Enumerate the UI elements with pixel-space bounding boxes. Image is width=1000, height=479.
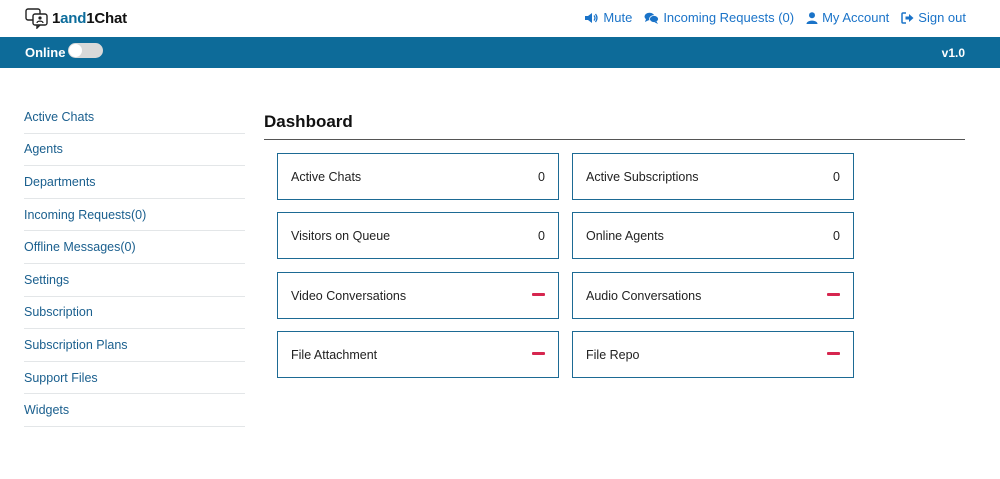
sign-out-label: Sign out: [918, 10, 966, 25]
stat-card-online-agents: Online Agents 0: [572, 212, 854, 259]
online-toggle[interactable]: [68, 43, 103, 58]
card-label: Visitors on Queue: [291, 229, 391, 243]
disabled-minus-icon: [532, 293, 545, 296]
sidebar-item-subscription[interactable]: Subscription: [24, 297, 245, 330]
chat-bubbles-icon: [25, 8, 48, 29]
card-label: Video Conversations: [291, 289, 407, 303]
card-label: File Repo: [586, 348, 640, 362]
sidebar-item-support-files[interactable]: Support Files: [24, 362, 245, 395]
card-label: Audio Conversations: [586, 289, 702, 303]
feature-card-video-conversations: Video Conversations: [277, 272, 559, 319]
my-account-link[interactable]: My Account: [806, 10, 889, 25]
card-value: 0: [833, 229, 840, 243]
sidebar-item-incoming-requests[interactable]: Incoming Requests(0): [24, 199, 245, 232]
disabled-minus-icon: [532, 352, 545, 355]
card-label: Active Subscriptions: [586, 170, 699, 184]
feature-card-file-attachment: File Attachment: [277, 331, 559, 378]
app-name: 1and1Chat: [52, 9, 127, 27]
feature-card-file-repo: File Repo: [572, 331, 854, 378]
sign-out-link[interactable]: Sign out: [901, 10, 966, 25]
version-label: v1.0: [941, 46, 965, 60]
card-label: Online Agents: [586, 229, 664, 243]
sidebar-item-widgets[interactable]: Widgets: [24, 394, 245, 427]
comments-icon: [644, 12, 660, 24]
sidebar-item-active-chats[interactable]: Active Chats: [24, 101, 245, 134]
sidebar-item-agents[interactable]: Agents: [24, 134, 245, 167]
stat-card-active-chats: Active Chats 0: [277, 153, 559, 200]
dashboard-main: Dashboard Active Chats 0 Active Subscrip…: [264, 109, 965, 378]
feature-card-audio-conversations: Audio Conversations: [572, 272, 854, 319]
my-account-label: My Account: [822, 10, 890, 25]
disabled-minus-icon: [827, 293, 840, 296]
incoming-requests-link[interactable]: Incoming Requests (0): [644, 10, 794, 25]
stat-card-active-subscriptions: Active Subscriptions 0: [572, 153, 854, 200]
card-label: File Attachment: [291, 348, 378, 362]
page-title: Dashboard: [264, 112, 353, 131]
card-label: Active Chats: [291, 170, 362, 184]
mute-link[interactable]: Mute: [584, 10, 632, 25]
incoming-requests-label: Incoming Requests (0): [663, 10, 795, 25]
card-value: 0: [833, 170, 840, 184]
top-nav: Mute Incoming Requests (0) My Account Si…: [572, 0, 966, 35]
online-status-label: Online: [25, 45, 66, 60]
sidebar: Active Chats Agents Departments Incoming…: [24, 101, 245, 427]
status-bar: Online v1.0: [0, 37, 1000, 68]
title-divider: [264, 139, 965, 140]
disabled-minus-icon: [827, 352, 840, 355]
speaker-icon: [585, 12, 599, 23]
user-icon: [806, 11, 818, 24]
stat-card-visitors-on-queue: Visitors on Queue 0: [277, 212, 559, 259]
sign-out-icon: [901, 11, 914, 24]
app-logo[interactable]: 1and1Chat: [25, 6, 127, 30]
sidebar-item-settings[interactable]: Settings: [24, 264, 245, 297]
top-header: 1and1Chat Mute Incoming Requests (0) My …: [0, 0, 1000, 37]
mute-label: Mute: [603, 10, 633, 25]
toggle-knob: [69, 44, 82, 57]
sidebar-item-offline-messages[interactable]: Offline Messages(0): [24, 231, 245, 264]
card-value: 0: [538, 170, 545, 184]
sidebar-item-departments[interactable]: Departments: [24, 166, 245, 199]
sidebar-item-subscription-plans[interactable]: Subscription Plans: [24, 329, 245, 362]
card-value: 0: [538, 229, 545, 243]
